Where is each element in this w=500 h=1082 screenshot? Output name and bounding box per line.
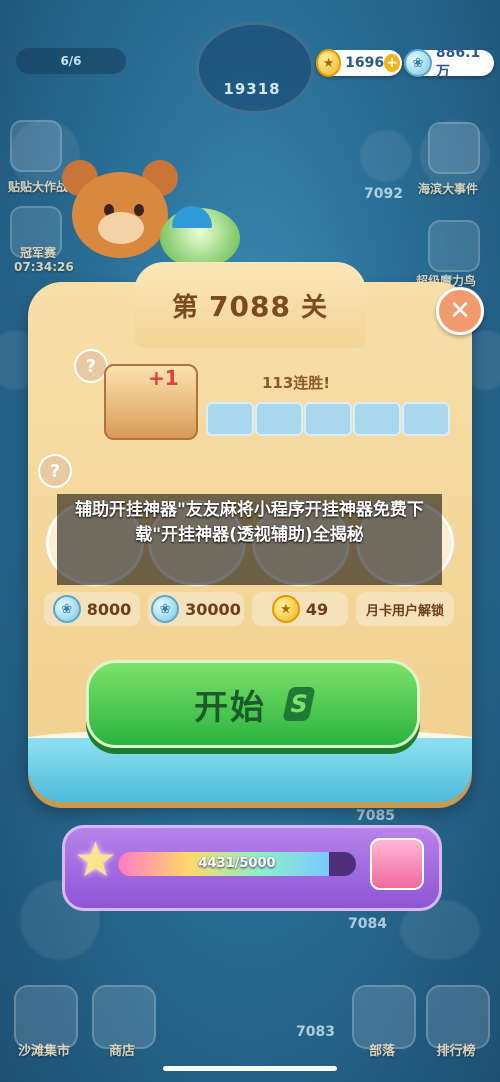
streak-help-icon[interactable]: ?	[74, 349, 108, 383]
event-sticker-battle-label: 贴贴大作战	[8, 180, 69, 194]
streak-label: 113连胜!	[262, 374, 331, 392]
gold-coin-icon: ★	[271, 595, 300, 623]
map-node	[360, 130, 412, 182]
month-card-label: 月卡用户解锁	[365, 603, 444, 619]
map-level-chip[interactable]: 7083	[296, 1024, 335, 1040]
price-value: 49	[305, 599, 329, 619]
price-booster-1[interactable]: ❀ 8000	[44, 592, 140, 626]
price-value: 8000	[86, 599, 132, 619]
level-title-plaque: 第 7088 关	[134, 262, 366, 348]
start-button[interactable]: 开始 S	[86, 660, 420, 748]
gold-amount: 1696	[345, 55, 385, 71]
level-prefix: 第	[171, 292, 199, 323]
bear-muzzle	[98, 212, 144, 244]
event-champion-label: 冠军赛	[20, 246, 57, 260]
event-seaside-tile[interactable]	[428, 122, 480, 174]
streak-segment	[255, 402, 303, 436]
price-booster-2[interactable]: ❀ 30000	[148, 592, 244, 626]
streak-segment	[402, 402, 450, 436]
nav-shop-label: 商店	[108, 1044, 135, 1059]
nav-leaderboard-label: 排行榜	[436, 1044, 476, 1059]
gift-icon[interactable]	[370, 838, 424, 890]
streak-plus-text: +1	[148, 366, 179, 390]
bear-eye	[134, 204, 144, 216]
level-number: 7088	[209, 289, 291, 323]
gold-counter[interactable]: ★ 1696 +	[316, 49, 402, 77]
event-magic-bird-tile[interactable]	[428, 220, 480, 272]
price-value: 30000	[185, 599, 241, 619]
start-label: 开始	[194, 687, 266, 728]
streak-segment	[353, 402, 401, 436]
streak-segment	[206, 402, 254, 436]
level-progress-pill[interactable]: 6/6	[16, 48, 126, 74]
diamond-coin-icon: ❀	[52, 595, 81, 623]
overlay-caption: 辅助开挂神器"友友麻将小程序开挂神器免费下载"开挂神器(透视辅助)全揭秘	[57, 494, 442, 585]
star-icon: ★	[74, 832, 118, 888]
event-sticker-battle-tile[interactable]	[10, 120, 62, 172]
current-level-badge[interactable]	[196, 22, 314, 114]
current-level-number: 19318	[223, 80, 281, 98]
diamond-coin-icon: ❀	[151, 595, 180, 623]
price-booster-3[interactable]: ★ 49	[252, 592, 348, 626]
reward-progress-text: 4431/5000	[198, 856, 276, 871]
map-level-chip[interactable]: 7085	[356, 808, 395, 824]
diamond-amount: 886.1万	[435, 45, 481, 80]
map-level-chip[interactable]: 7092	[364, 186, 403, 202]
level-suffix: 关	[301, 292, 329, 323]
month-card-unlock[interactable]: 月卡用户解锁	[356, 592, 454, 626]
nav-beach-market-label: 沙滩集市	[17, 1044, 70, 1059]
energy-icon: S	[282, 687, 316, 721]
booster-help-icon[interactable]: ?	[38, 454, 72, 488]
map-level-chip[interactable]: 7084	[348, 916, 387, 932]
event-seaside-label: 海滨大事件	[418, 182, 479, 196]
level-title: 第 7088 关	[172, 287, 328, 324]
close-button[interactable]: ✕	[436, 287, 484, 335]
diamond-coin-icon: ❀	[404, 49, 432, 77]
nav-tribe-label: 部落	[368, 1044, 395, 1059]
home-indicator[interactable]	[163, 1066, 337, 1071]
gold-coin-icon: ★	[316, 49, 342, 77]
streak-segment	[304, 402, 352, 436]
close-icon: ✕	[449, 296, 471, 326]
diamond-counter[interactable]: ❀ 886.1万	[404, 45, 494, 80]
progress-text: 6/6	[60, 54, 82, 68]
add-gold-icon[interactable]: +	[384, 54, 400, 72]
